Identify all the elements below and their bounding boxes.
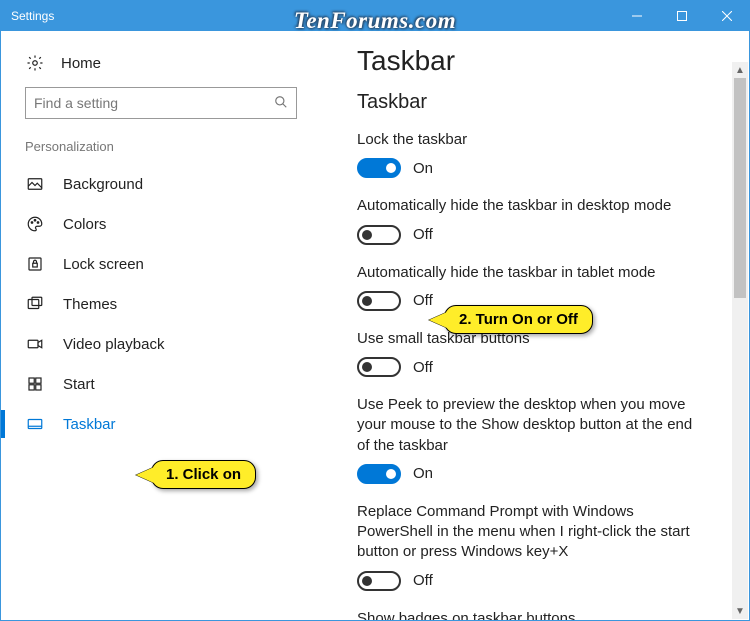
sidebar: Home Find a setting Personalization Back… <box>1 31 321 620</box>
palette-icon <box>25 214 45 234</box>
home-button[interactable]: Home <box>1 49 321 87</box>
titlebar: Settings <box>1 1 749 31</box>
scrollbar[interactable]: ▲ ▼ <box>732 62 748 619</box>
sidebar-item-label: Lock screen <box>63 256 144 273</box>
sidebar-item-lock-screen[interactable]: Lock screen <box>1 244 321 284</box>
maximize-button[interactable] <box>659 1 704 31</box>
toggle-small-buttons[interactable] <box>357 357 401 377</box>
setting-powershell: Replace Command Prompt with Windows Powe… <box>357 502 731 591</box>
toggle-powershell[interactable] <box>357 571 401 591</box>
toggle-state: On <box>413 465 433 482</box>
setting-label: Automatically hide the taskbar in tablet… <box>357 263 697 283</box>
search-icon <box>274 95 288 112</box>
sidebar-item-label: Taskbar <box>63 416 116 433</box>
home-label: Home <box>61 55 101 72</box>
setting-label: Lock the taskbar <box>357 130 697 150</box>
lock-screen-icon <box>25 254 45 274</box>
picture-icon <box>25 174 45 194</box>
sidebar-item-label: Start <box>63 376 95 393</box>
settings-window: Settings TenForums.com Home Find a setti <box>0 0 750 621</box>
section-heading: Taskbar <box>357 91 731 114</box>
sidebar-item-label: Themes <box>63 296 117 313</box>
setting-badges: Show badges on taskbar buttons On <box>357 609 731 621</box>
toggle-state: Off <box>413 226 433 243</box>
close-button[interactable] <box>704 1 749 31</box>
sidebar-item-taskbar[interactable]: Taskbar <box>1 404 321 444</box>
minimize-button[interactable] <box>614 1 659 31</box>
setting-autohide-desktop: Automatically hide the taskbar in deskto… <box>357 196 731 244</box>
sidebar-item-background[interactable]: Background <box>1 164 321 204</box>
toggle-state: Off <box>413 572 433 589</box>
callout-1: 1. Click on <box>151 460 256 489</box>
sidebar-item-video-playback[interactable]: Video playback <box>1 324 321 364</box>
sidebar-item-label: Video playback <box>63 336 164 353</box>
sidebar-item-colors[interactable]: Colors <box>1 204 321 244</box>
toggle-autohide-desktop[interactable] <box>357 225 401 245</box>
scroll-thumb[interactable] <box>734 78 746 298</box>
setting-label: Use Peek to preview the desktop when you… <box>357 395 697 456</box>
scroll-up-icon[interactable]: ▲ <box>732 62 748 78</box>
sidebar-item-label: Colors <box>63 216 106 233</box>
setting-label: Automatically hide the taskbar in deskto… <box>357 196 697 216</box>
taskbar-icon <box>25 414 45 434</box>
maximize-icon <box>677 11 687 21</box>
setting-peek: Use Peek to preview the desktop when you… <box>357 395 731 484</box>
sidebar-item-start[interactable]: Start <box>1 364 321 404</box>
sidebar-item-label: Background <box>63 176 143 193</box>
toggle-lock-taskbar[interactable] <box>357 158 401 178</box>
setting-lock-taskbar: Lock the taskbar On <box>357 130 731 178</box>
video-icon <box>25 334 45 354</box>
setting-label: Show badges on taskbar buttons <box>357 609 697 621</box>
close-icon <box>722 11 732 21</box>
setting-autohide-tablet: Automatically hide the taskbar in tablet… <box>357 263 731 311</box>
toggle-state: Off <box>413 359 433 376</box>
toggle-peek[interactable] <box>357 464 401 484</box>
page-title: Taskbar <box>357 45 731 77</box>
category-label: Personalization <box>1 139 321 164</box>
window-title: Settings <box>1 9 54 23</box>
search-placeholder: Find a setting <box>34 95 118 111</box>
search-input[interactable]: Find a setting <box>25 87 297 119</box>
toggle-state: Off <box>413 292 433 309</box>
gear-icon <box>25 53 45 73</box>
scroll-down-icon[interactable]: ▼ <box>732 603 748 619</box>
toggle-state: On <box>413 160 433 177</box>
window-controls <box>614 1 749 31</box>
toggle-autohide-tablet[interactable] <box>357 291 401 311</box>
sidebar-item-themes[interactable]: Themes <box>1 284 321 324</box>
minimize-icon <box>632 11 642 21</box>
setting-label: Replace Command Prompt with Windows Powe… <box>357 502 697 563</box>
callout-2: 2. Turn On or Off <box>444 305 593 334</box>
setting-small-buttons: Use small taskbar buttons Off <box>357 329 731 377</box>
themes-icon <box>25 294 45 314</box>
start-icon <box>25 374 45 394</box>
